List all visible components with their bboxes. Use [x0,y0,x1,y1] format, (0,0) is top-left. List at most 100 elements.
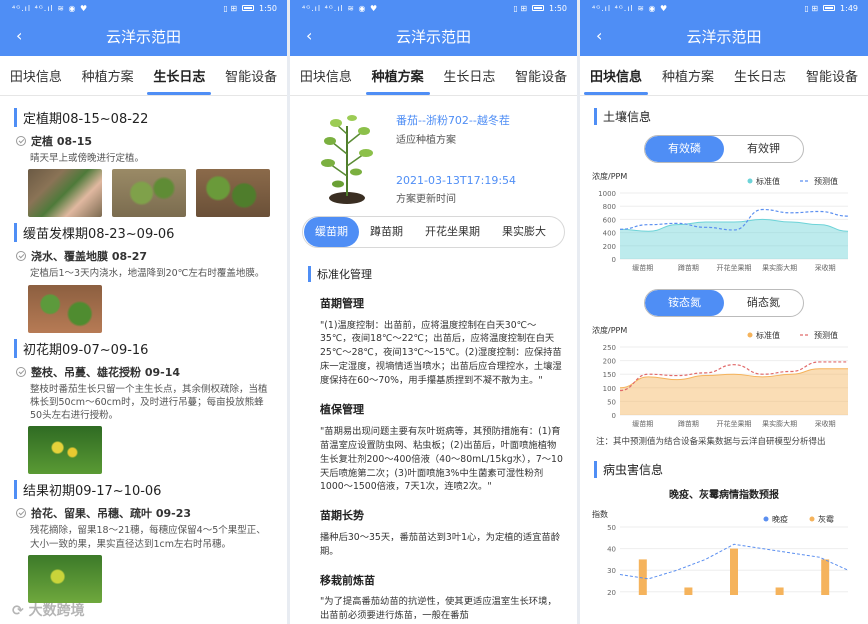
tab-bar: 田块信息 种植方案 生长日志 智能设备 [290,56,577,96]
status-icons: ▯ ⊞ [223,3,238,13]
period-tabs: 缓苗期 蹲苗期 开花坐果期 果实膨大 [302,216,565,248]
ammonium-chart: 浓度/PPM 标准值 预测值 0 50 100 150 200 250 缓苗期 蹲苗期 开花坐果期 果实… [592,325,848,428]
field-photo[interactable] [28,169,102,218]
task-description: 残花摘除，留果18～21穗，每穗应保留4～5个果型正、大小一致的果，果实直径达到… [30,525,266,550]
stage-title: 定植期08-15~08-22 [14,108,273,127]
pest-chart-title: 晚疫、灰霉病情指数预报 [669,489,779,501]
check-circle-icon[interactable] [16,251,26,262]
management-text: 播种后30～35天，番茄苗达到3叶1心，为定植的适宜苗龄期。 [320,531,561,557]
task-name: 定植 08-15 [31,135,93,148]
field-photo[interactable] [196,169,270,218]
field-photo[interactable] [28,555,102,604]
period-tab-fruit-expansion[interactable]: 果实膨大 [491,217,557,247]
y-tick-label: 40 [607,545,616,553]
y-tick-label: 400 [603,230,616,238]
plan-update-time-caption: 方案更新时间 [396,194,456,205]
standard-area [620,368,848,415]
check-circle-icon[interactable] [16,366,26,377]
field-photo[interactable] [28,426,102,475]
task-description: 晴天早上或傍晚进行定植。 [30,153,145,164]
soil-info-title: 土壤信息 [594,108,858,125]
back-arrow-icon[interactable]: ‹ [16,26,22,45]
section-title: 标准化管理 [308,266,565,282]
period-tab-flowering[interactable]: 开花坐果期 [414,217,491,247]
bar [821,559,830,624]
legend-label: 晚疫 [772,514,788,524]
tab-growth-log[interactable]: 生长日志 [147,56,212,95]
tab-smart-devices[interactable]: 智能设备 [804,56,860,95]
growth-log-content: 定植期08-15~08-22 定植 08-15 晴天早上或傍晚进行定植。 缓苗发… [0,96,287,604]
tab-smart-devices[interactable]: 智能设备 [223,56,279,95]
field-photo[interactable] [112,169,186,218]
tab-growth-log[interactable]: 生长日志 [732,56,788,95]
nutrient-toggle-2: 铵态氮 硝态氮 [644,289,804,317]
task-item: 浇水、覆盖地膜 08-27 定植后1～3天内浇水，地温降到20℃左右时覆盖地膜。 [16,248,273,333]
watermark-logo: ⟳ 大数跨境 [12,603,85,619]
task-name: 浇水、覆盖地膜 08-27 [31,250,148,264]
nutrient-toggle-1: 有效磷 有效钾 [644,135,804,163]
tab-field-info[interactable]: 田块信息 [298,56,354,95]
bar [730,548,738,624]
status-bar: ⁴ᴳ.ıl ⁴ᴳ.ıl ≋ ◉ ♥ ▯ ⊞ 1:50 [0,0,287,16]
plan-name[interactable]: 番茄--浙粉702--越冬茬 [396,112,516,128]
back-arrow-icon[interactable]: ‹ [306,26,312,45]
toggle-phosphorus[interactable]: 有效磷 [645,136,724,162]
tab-field-info[interactable]: 田块信息 [583,56,649,95]
page-title: 云洋示范田 [395,27,471,46]
app-bar: ‹ 云洋示范田 [580,16,868,56]
pest-chart: 指数晚疫 灰霉 20 30 40 50 [592,509,849,624]
page-title: 云洋示范田 [686,27,762,46]
management-text: "苗期易出现问题主要有灰叶斑病等，其预防措施有：(1)育苗温室应设置防虫网、粘虫… [320,425,563,493]
task-description: 定植后1～3天内浇水，地温降到20℃左右时覆盖地膜。 [30,268,265,280]
stage-title: 缓苗发棵期08-23~09-06 [14,223,273,243]
x-tick-label: 开花坐果期 [717,419,752,428]
toggle-ammonium[interactable]: 铵态氮 [645,290,724,316]
tab-bar: 田块信息 种植方案 生长日志 智能设备 [580,56,868,96]
task-description: 整枝时番茄生长只留一个主生长点，其余侧权疏除，当植株长到50cm～60cm时，及… [30,383,268,422]
y-axis-label: 浓度/PPM [592,325,627,335]
phone-screen-growth-log: ⁴ᴳ.ıl ⁴ᴳ.ıl ≋ ◉ ♥ ▯ ⊞ 1:50 ‹ 云洋示范田 田块信息 … [0,0,287,624]
signal-icons: ⁴ᴳ.ıl ⁴ᴳ.ıl ≋ ◉ ♥ [12,3,89,13]
toggle-nitrate[interactable]: 硝态氮 [724,290,803,316]
legend-marker [747,332,753,338]
app-bar: ‹ 云洋示范田 [0,16,287,56]
battery-icon [242,5,255,11]
management-title: 苗期管理 [320,297,364,310]
signal-icons: ⁴ᴳ.ıl ⁴ᴳ.ıl ≋ ◉ ♥ [592,3,669,13]
tab-planting-plan[interactable]: 种植方案 [365,56,430,95]
toggle-potassium[interactable]: 有效钾 [724,136,803,162]
check-circle-icon[interactable] [16,508,26,519]
stage-block: 定植期08-15~08-22 定植 08-15 晴天早上或傍晚进行定植。 [14,108,273,218]
x-tick-label: 开花坐果期 [717,263,752,272]
tab-smart-devices[interactable]: 智能设备 [513,56,569,95]
check-circle-icon[interactable] [16,136,26,146]
x-tick-label: 蹲苗期 [678,263,699,272]
battery-icon [823,5,836,11]
task-item: 整枝、吊蔓、雄花授粉 09-14 整枝时番茄生长只留一个主生长点，其余侧权疏除，… [16,364,273,475]
stage-title: 结果初期09-17~10-06 [14,480,273,500]
tab-field-info[interactable]: 田块信息 [8,56,64,95]
page-title: 云洋示范田 [105,27,181,46]
tab-planting-plan[interactable]: 种植方案 [660,56,716,95]
y-tick-label: 50 [607,524,616,532]
y-tick-label: 600 [603,216,616,224]
tab-growth-log[interactable]: 生长日志 [441,56,497,95]
management-list: 苗期管理 "(1)温度控制：出苗前，应将温度控制在白天30℃～35℃，夜间18℃… [320,296,565,623]
bar [775,587,784,624]
period-tab-hardening[interactable]: 蹲苗期 [359,217,414,247]
legend-label: 预测值 [814,330,838,340]
y-tick-label: 1000 [598,190,616,198]
tab-planting-plan[interactable]: 种植方案 [80,56,136,95]
legend-label: 标准值 [756,330,780,340]
management-title: 苗期长势 [320,509,364,523]
period-tab-seedling-recovery[interactable]: 缓苗期 [304,217,359,247]
management-title: 移栽前炼苗 [320,573,375,587]
standard-area [620,219,848,259]
field-photo[interactable] [28,284,102,333]
legend-label: 预测值 [814,176,838,186]
task-item: 拾花、留果、吊穗、疏叶 09-23 残花摘除，留果18～21穗，每穗应保留4～5… [16,505,273,604]
stage-block: 结果初期09-17~10-06 拾花、留果、吊穗、疏叶 09-23 残花摘除，留… [14,480,273,604]
field-info-content: 土壤信息 有效磷 有效钾 浓度/PPM 标准值 预测值 0 200 400 600 800 10… [580,96,868,624]
back-arrow-icon[interactable]: ‹ [596,26,602,45]
y-tick-label: 200 [603,358,616,366]
